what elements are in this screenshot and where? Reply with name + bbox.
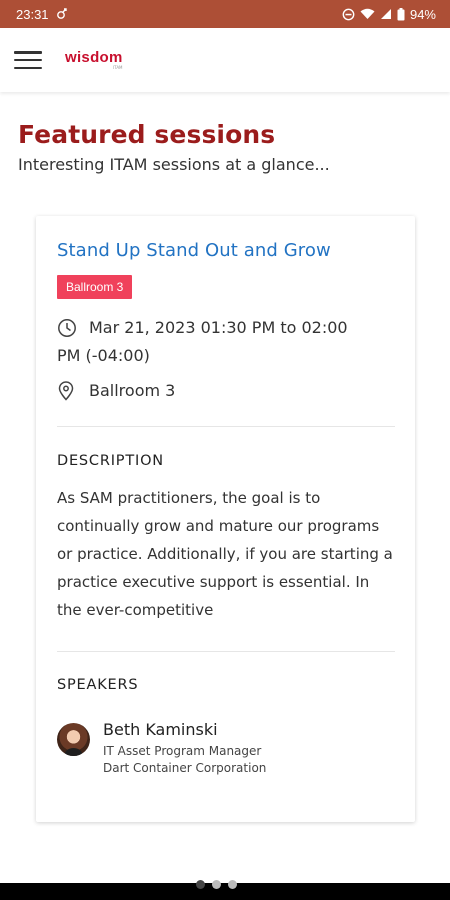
speaker-role: IT Asset Program Manager (103, 744, 262, 758)
speakers-heading: SPEAKERS (57, 677, 139, 693)
hamburger-menu-icon[interactable] (14, 48, 42, 72)
session-location: Ballroom 3 (89, 381, 176, 400)
speaker-info: Beth Kaminski IT Asset Program Manager D… (103, 720, 267, 777)
logo-subtext: ITAM (113, 65, 123, 70)
main-content: Featured sessions Interesting ITAM sessi… (0, 92, 450, 886)
session-location-row: Ballroom 3 (57, 377, 175, 405)
page-title: Featured sessions (18, 120, 276, 149)
signal-icon (380, 8, 392, 20)
page-subtitle: Interesting ITAM sessions at a glance... (18, 155, 330, 174)
location-pin-icon (57, 377, 79, 405)
speaker-name: Beth Kaminski (103, 720, 218, 739)
pager-dot[interactable] (196, 880, 205, 889)
wifi-icon (360, 8, 375, 20)
app-bar: wisdom ITAM (0, 28, 450, 92)
carousel-pager[interactable] (196, 880, 237, 889)
speaker-avatar (57, 723, 90, 756)
pager-dot[interactable] (228, 880, 237, 889)
description-heading: DESCRIPTION (57, 453, 164, 469)
status-left: 23:31 (16, 7, 67, 22)
pager-dot[interactable] (212, 880, 221, 889)
session-description: As SAM practitioners, the goal is to con… (57, 489, 393, 619)
room-badge: Ballroom 3 (57, 275, 133, 299)
status-bar: 23:31 94% (0, 0, 450, 28)
session-title[interactable]: Stand Up Stand Out and Grow (57, 240, 331, 261)
divider (57, 651, 395, 652)
status-time: 23:31 (16, 6, 49, 22)
speaker-item[interactable]: Beth Kaminski IT Asset Program Manager D… (57, 720, 267, 777)
battery-icon (397, 7, 405, 21)
battery-percent: 94% (409, 6, 436, 22)
session-time-row: Mar 21, 2023 01:30 PM to 02:00 PM (-04:0… (57, 314, 409, 365)
divider (57, 426, 395, 427)
session-time: Mar 21, 2023 01:30 PM to 02:00 (89, 318, 348, 337)
notification-icon (55, 8, 67, 20)
speaker-organization: Dart Container Corporation (103, 761, 267, 775)
status-right: 94% (342, 7, 436, 22)
logo-wordmark: wisdom (65, 49, 123, 66)
do-not-disturb-icon (342, 8, 355, 21)
session-card[interactable]: Stand Up Stand Out and Grow Ballroom 3 M… (36, 216, 415, 822)
clock-icon (57, 314, 79, 342)
app-logo[interactable]: wisdom ITAM (65, 50, 123, 70)
session-time-continued: PM (-04:00) (57, 346, 150, 365)
